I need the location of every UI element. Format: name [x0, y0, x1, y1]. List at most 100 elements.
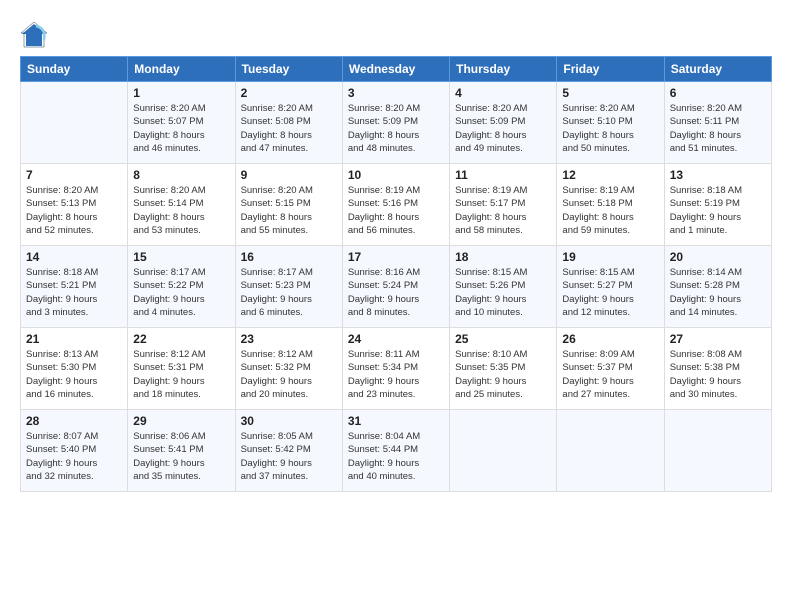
calendar-cell: 10Sunrise: 8:19 AM Sunset: 5:16 PM Dayli…	[342, 164, 449, 246]
calendar-cell	[664, 410, 771, 492]
day-info: Sunrise: 8:09 AM Sunset: 5:37 PM Dayligh…	[562, 348, 658, 401]
calendar-cell: 19 Sunrise: 8:15 AM Sunset: 5:27 PM Dayli…	[557, 246, 664, 328]
calendar-cell	[557, 410, 664, 492]
calendar-cell: 9 Sunrise: 8:20 AM Sunset: 5:15 PM Daylig…	[235, 164, 342, 246]
day-info: Sunrise: 8:20 AM Sunset: 5:14 PM Dayligh…	[133, 184, 229, 237]
day-info: Sunrise: 8:20 AM Sunset: 5:10 PM Dayligh…	[562, 102, 658, 155]
calendar-cell: 2 Sunrise: 8:20 AM Sunset: 5:08 PM Daylig…	[235, 82, 342, 164]
day-number: 20	[670, 250, 766, 264]
calendar-cell: 15 Sunrise: 8:17 AM Sunset: 5:22 PM Dayli…	[128, 246, 235, 328]
day-info: Sunrise: 8:12 AM Sunset: 5:32 PM Dayligh…	[241, 348, 337, 401]
calendar-cell: 29Sunrise: 8:06 AM Sunset: 5:41 PM Dayli…	[128, 410, 235, 492]
calendar-cell: 22 Sunrise: 8:12 AM Sunset: 5:31 PM Dayli…	[128, 328, 235, 410]
calendar-cell: 24 Sunrise: 8:11 AM Sunset: 5:34 PM Dayli…	[342, 328, 449, 410]
day-number: 15	[133, 250, 229, 264]
day-info: Sunrise: 8:15 AM Sunset: 5:26 PM Dayligh…	[455, 266, 551, 319]
day-number: 7	[26, 168, 122, 182]
calendar-cell: 13 Sunrise: 8:18 AM Sunset: 5:19 PM Dayli…	[664, 164, 771, 246]
week-row-5: 28 Sunrise: 8:07 AM Sunset: 5:40 PM Dayli…	[21, 410, 772, 492]
day-number: 4	[455, 86, 551, 100]
day-info: Sunrise: 8:06 AM Sunset: 5:41 PM Dayligh…	[133, 430, 229, 483]
day-number: 27	[670, 332, 766, 346]
day-number: 2	[241, 86, 337, 100]
day-info: Sunrise: 8:20 AM Sunset: 5:09 PM Dayligh…	[348, 102, 444, 155]
calendar-cell: 23Sunrise: 8:12 AM Sunset: 5:32 PM Dayli…	[235, 328, 342, 410]
week-row-1: 1 Sunrise: 8:20 AM Sunset: 5:07 PM Daylig…	[21, 82, 772, 164]
calendar-cell: 30 Sunrise: 8:05 AM Sunset: 5:42 PM Dayli…	[235, 410, 342, 492]
col-header-monday: Monday	[128, 57, 235, 82]
day-number: 31	[348, 414, 444, 428]
calendar-cell: 8Sunrise: 8:20 AM Sunset: 5:14 PM Daylig…	[128, 164, 235, 246]
day-number: 18	[455, 250, 551, 264]
day-number: 12	[562, 168, 658, 182]
calendar-cell: 28 Sunrise: 8:07 AM Sunset: 5:40 PM Dayli…	[21, 410, 128, 492]
calendar-cell: 26Sunrise: 8:09 AM Sunset: 5:37 PM Dayli…	[557, 328, 664, 410]
calendar-cell: 31 Sunrise: 8:04 AM Sunset: 5:44 PM Dayli…	[342, 410, 449, 492]
day-info: Sunrise: 8:05 AM Sunset: 5:42 PM Dayligh…	[241, 430, 337, 483]
day-info: Sunrise: 8:07 AM Sunset: 5:40 PM Dayligh…	[26, 430, 122, 483]
day-info: Sunrise: 8:20 AM Sunset: 5:07 PM Dayligh…	[133, 102, 229, 155]
day-number: 10	[348, 168, 444, 182]
day-info: Sunrise: 8:16 AM Sunset: 5:24 PM Dayligh…	[348, 266, 444, 319]
col-header-thursday: Thursday	[450, 57, 557, 82]
day-info: Sunrise: 8:08 AM Sunset: 5:38 PM Dayligh…	[670, 348, 766, 401]
calendar-cell: 21 Sunrise: 8:13 AM Sunset: 5:30 PM Dayli…	[21, 328, 128, 410]
day-number: 22	[133, 332, 229, 346]
day-info: Sunrise: 8:20 AM Sunset: 5:08 PM Dayligh…	[241, 102, 337, 155]
calendar-cell: 4 Sunrise: 8:20 AM Sunset: 5:09 PM Daylig…	[450, 82, 557, 164]
calendar-cell: 7 Sunrise: 8:20 AM Sunset: 5:13 PM Daylig…	[21, 164, 128, 246]
day-info: Sunrise: 8:11 AM Sunset: 5:34 PM Dayligh…	[348, 348, 444, 401]
calendar-cell: 3 Sunrise: 8:20 AM Sunset: 5:09 PM Daylig…	[342, 82, 449, 164]
logo-icon	[20, 20, 48, 48]
day-number: 13	[670, 168, 766, 182]
day-info: Sunrise: 8:12 AM Sunset: 5:31 PM Dayligh…	[133, 348, 229, 401]
day-info: Sunrise: 8:18 AM Sunset: 5:19 PM Dayligh…	[670, 184, 766, 237]
day-info: Sunrise: 8:10 AM Sunset: 5:35 PM Dayligh…	[455, 348, 551, 401]
calendar-cell: 14Sunrise: 8:18 AM Sunset: 5:21 PM Dayli…	[21, 246, 128, 328]
calendar-cell: 25Sunrise: 8:10 AM Sunset: 5:35 PM Dayli…	[450, 328, 557, 410]
calendar-cell	[21, 82, 128, 164]
calendar-cell	[450, 410, 557, 492]
day-number: 16	[241, 250, 337, 264]
week-row-2: 7 Sunrise: 8:20 AM Sunset: 5:13 PM Daylig…	[21, 164, 772, 246]
logo	[20, 20, 52, 48]
day-number: 24	[348, 332, 444, 346]
day-number: 21	[26, 332, 122, 346]
day-info: Sunrise: 8:20 AM Sunset: 5:13 PM Dayligh…	[26, 184, 122, 237]
day-info: Sunrise: 8:15 AM Sunset: 5:27 PM Dayligh…	[562, 266, 658, 319]
day-number: 28	[26, 414, 122, 428]
day-info: Sunrise: 8:20 AM Sunset: 5:09 PM Dayligh…	[455, 102, 551, 155]
day-info: Sunrise: 8:20 AM Sunset: 5:15 PM Dayligh…	[241, 184, 337, 237]
day-number: 14	[26, 250, 122, 264]
col-header-sunday: Sunday	[21, 57, 128, 82]
calendar-cell: 6 Sunrise: 8:20 AM Sunset: 5:11 PM Daylig…	[664, 82, 771, 164]
day-info: Sunrise: 8:13 AM Sunset: 5:30 PM Dayligh…	[26, 348, 122, 401]
calendar-cell: 1 Sunrise: 8:20 AM Sunset: 5:07 PM Daylig…	[128, 82, 235, 164]
day-number: 5	[562, 86, 658, 100]
day-number: 3	[348, 86, 444, 100]
header	[20, 16, 772, 48]
calendar-table: SundayMondayTuesdayWednesdayThursdayFrid…	[20, 56, 772, 492]
day-info: Sunrise: 8:19 AM Sunset: 5:18 PM Dayligh…	[562, 184, 658, 237]
calendar-cell: 5 Sunrise: 8:20 AM Sunset: 5:10 PM Daylig…	[557, 82, 664, 164]
calendar-cell: 11Sunrise: 8:19 AM Sunset: 5:17 PM Dayli…	[450, 164, 557, 246]
day-number: 17	[348, 250, 444, 264]
day-number: 9	[241, 168, 337, 182]
week-row-4: 21 Sunrise: 8:13 AM Sunset: 5:30 PM Dayli…	[21, 328, 772, 410]
day-info: Sunrise: 8:20 AM Sunset: 5:11 PM Dayligh…	[670, 102, 766, 155]
header-row: SundayMondayTuesdayWednesdayThursdayFrid…	[21, 57, 772, 82]
day-number: 6	[670, 86, 766, 100]
day-info: Sunrise: 8:17 AM Sunset: 5:22 PM Dayligh…	[133, 266, 229, 319]
day-info: Sunrise: 8:14 AM Sunset: 5:28 PM Dayligh…	[670, 266, 766, 319]
day-info: Sunrise: 8:19 AM Sunset: 5:17 PM Dayligh…	[455, 184, 551, 237]
calendar-cell: 17 Sunrise: 8:16 AM Sunset: 5:24 PM Dayli…	[342, 246, 449, 328]
col-header-wednesday: Wednesday	[342, 57, 449, 82]
day-number: 30	[241, 414, 337, 428]
day-number: 1	[133, 86, 229, 100]
day-info: Sunrise: 8:04 AM Sunset: 5:44 PM Dayligh…	[348, 430, 444, 483]
col-header-saturday: Saturday	[664, 57, 771, 82]
col-header-tuesday: Tuesday	[235, 57, 342, 82]
day-info: Sunrise: 8:17 AM Sunset: 5:23 PM Dayligh…	[241, 266, 337, 319]
day-number: 19	[562, 250, 658, 264]
calendar-cell: 27 Sunrise: 8:08 AM Sunset: 5:38 PM Dayli…	[664, 328, 771, 410]
